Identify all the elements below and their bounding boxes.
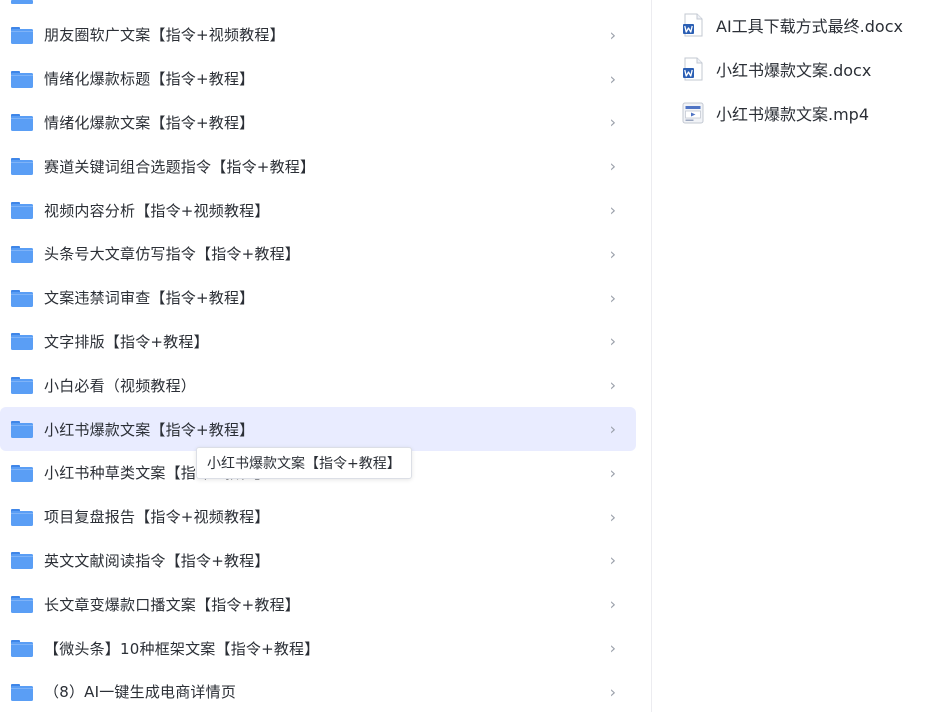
folder-label: （8）AI一键生成电商详情页 [44, 683, 237, 702]
chevron-right-icon[interactable]: › [610, 25, 616, 44]
folder-row[interactable]: 文字排版【指令+教程】 › [0, 320, 636, 364]
folder-icon [11, 289, 33, 307]
folder-icon [11, 683, 33, 701]
folder-row[interactable]: 视频内容分析【指令+视频教程】 › [0, 188, 636, 232]
file-list: AI工具下载方式最终.docx 小红书爆款文案.docx 小红书爆款文案.mp4 [682, 3, 903, 135]
file-item[interactable]: 小红书爆款文案.docx [682, 47, 903, 91]
folder-row[interactable]: 情绪化爆款标题【指令+教程】 › [0, 57, 636, 101]
folder-icon [11, 158, 33, 176]
word-doc-icon [683, 57, 703, 81]
folder-label: 长文章变爆款口播文案【指令+教程】 [44, 595, 300, 614]
chevron-right-icon[interactable]: › [610, 69, 616, 88]
chevron-right-icon[interactable]: › [610, 463, 616, 482]
video-file-icon [682, 102, 704, 124]
chevron-right-icon[interactable]: › [610, 507, 616, 526]
chevron-right-icon[interactable]: › [610, 682, 616, 701]
folder-icon [11, 0, 33, 4]
folder-icon [11, 596, 33, 614]
folder-row[interactable]: 小红书爆款文案【指令+教程】 › [0, 407, 636, 451]
folder-icon [11, 377, 33, 395]
folder-label: 英文文献阅读指令【指令+教程】 [44, 551, 270, 570]
folder-label: 小红书爆款文案【指令+教程】 [44, 420, 255, 439]
file-label: 小红书爆款文案.docx [716, 61, 872, 80]
file-pane: AI工具下载方式最终.docx 小红书爆款文案.docx 小红书爆款文案.mp4 [652, 0, 940, 712]
folder-label: 情绪化爆款标题【指令+教程】 [44, 70, 255, 89]
folder-label: 文案违禁词审查【指令+教程】 [44, 289, 255, 308]
folder-icon [11, 421, 33, 439]
chevron-right-icon[interactable]: › [610, 376, 616, 395]
chevron-right-icon[interactable]: › [610, 551, 616, 570]
folder-row[interactable]: 情绪化爆款文案【指令+教程】 › [0, 101, 636, 145]
chevron-right-icon[interactable]: › [610, 201, 616, 220]
folder-row[interactable]: （8）AI一键生成电商详情页 › [0, 670, 636, 712]
folder-label: 【微头条】10种框架文案【指令+教程】 [44, 639, 320, 658]
folder-row[interactable]: 小白必看（视频教程） › [0, 363, 636, 407]
folder-row[interactable]: 【微头条】10种框架文案【指令+教程】 › [0, 626, 636, 670]
chevron-right-icon[interactable]: › [610, 244, 616, 263]
chevron-right-icon[interactable]: › [610, 595, 616, 614]
folder-list: 朋友圈软广文案【指令+视频教程】 › 情绪化爆款标题【指令+教程】 › 情绪化爆款文案【… [0, 13, 651, 712]
file-label: AI工具下载方式最终.docx [716, 17, 903, 36]
tooltip: 小红书爆款文案【指令+教程】 [196, 447, 412, 479]
folder-label: 小白必看（视频教程） [44, 376, 197, 395]
folder-label: 头条号大文章仿写指令【指令+教程】 [44, 245, 300, 264]
folder-label: 文字排版【指令+教程】 [44, 332, 209, 351]
folder-icon [11, 464, 33, 482]
folder-icon [11, 508, 33, 526]
chevron-right-icon[interactable]: › [610, 420, 616, 439]
word-doc-icon [683, 13, 703, 37]
folder-icon [11, 333, 33, 351]
folder-row[interactable]: 长文章变爆款口播文案【指令+教程】 › [0, 582, 636, 626]
folder-icon [11, 202, 33, 220]
folder-pane: 朋友圈软广文案【指令+视频教程】 › 情绪化爆款标题【指令+教程】 › 情绪化爆款文案【… [0, 0, 651, 712]
chevron-right-icon[interactable]: › [610, 113, 616, 132]
file-label: 小红书爆款文案.mp4 [716, 105, 870, 124]
folder-icon [11, 245, 33, 263]
folder-icon [11, 552, 33, 570]
chevron-right-icon[interactable]: › [610, 157, 616, 176]
folder-icon [11, 114, 33, 132]
chevron-right-icon[interactable]: › [610, 288, 616, 307]
folder-row[interactable]: 项目复盘报告【指令+视频教程】 › [0, 495, 636, 539]
folder-icon [11, 70, 33, 88]
chevron-right-icon[interactable]: › [610, 639, 616, 658]
file-item[interactable]: 小红书爆款文案.mp4 [682, 91, 903, 135]
folder-label: 赛道关键词组合选题指令【指令+教程】 [44, 157, 316, 176]
folder-row[interactable]: 朋友圈软广文案【指令+视频教程】 › [0, 13, 636, 57]
chevron-right-icon[interactable]: › [610, 332, 616, 351]
folder-label: 项目复盘报告【指令+视频教程】 [44, 508, 270, 527]
file-item[interactable]: AI工具下载方式最终.docx [682, 3, 903, 47]
folder-row[interactable]: 头条号大文章仿写指令【指令+教程】 › [0, 232, 636, 276]
folder-label: 情绪化爆款文案【指令+教程】 [44, 113, 255, 132]
folder-row[interactable]: 赛道关键词组合选题指令【指令+教程】 › [0, 144, 636, 188]
tooltip-text: 小红书爆款文案【指令+教程】 [207, 456, 401, 472]
folder-row[interactable]: 文案违禁词审查【指令+教程】 › [0, 276, 636, 320]
folder-label: 朋友圈软广文案【指令+视频教程】 [44, 26, 285, 45]
folder-row[interactable]: 英文文献阅读指令【指令+教程】 › [0, 539, 636, 583]
folder-icon [11, 640, 33, 658]
folder-icon [11, 26, 33, 44]
folder-label: 视频内容分析【指令+视频教程】 [44, 201, 270, 220]
